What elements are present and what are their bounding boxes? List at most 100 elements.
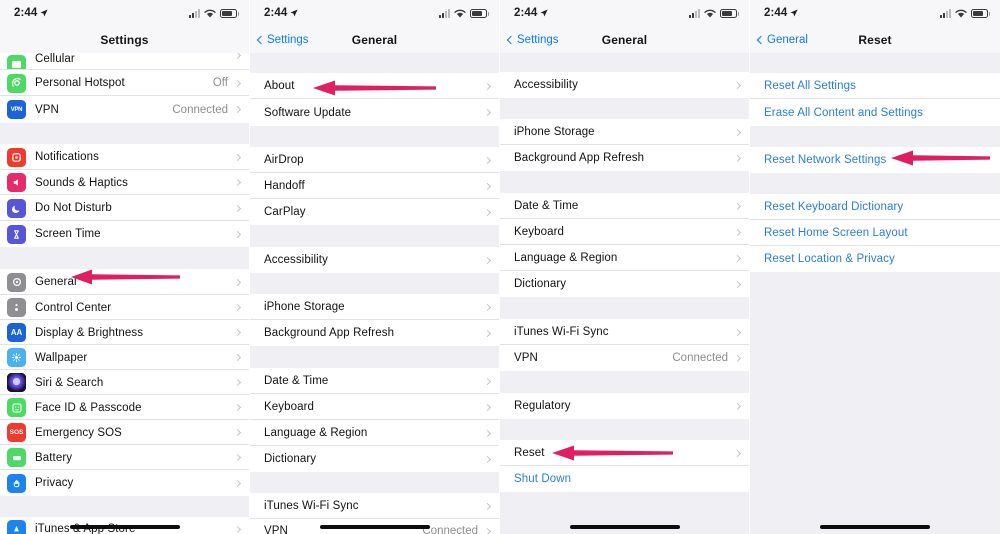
list-item-software-update[interactable]: Software Update: [250, 99, 499, 126]
page-title: Settings: [100, 32, 149, 47]
group-separator: [500, 419, 749, 440]
list-item-vpn[interactable]: VPN Connected: [500, 345, 749, 371]
list-item-shut-down[interactable]: Shut Down: [500, 466, 749, 492]
nav-bar-settings: Settings: [0, 26, 249, 53]
chevron-right-icon: [233, 230, 242, 238]
list-item-keyboard[interactable]: Keyboard: [500, 219, 749, 245]
list-item-label: Handoff: [264, 180, 305, 192]
list-item-date-time[interactable]: Date & Time: [250, 368, 499, 394]
chevron-right-icon: [233, 53, 242, 60]
list-item-general[interactable]: General: [0, 269, 249, 295]
list-item-screen-time[interactable]: Screen Time: [0, 221, 249, 247]
list-item-reset-network-settings[interactable]: Reset Network Settings: [750, 147, 1000, 173]
list-item-background-app-refresh[interactable]: Background App Refresh: [250, 320, 499, 346]
list-item-control-center[interactable]: Control Center: [0, 295, 249, 320]
chevron-right-icon: [233, 353, 242, 362]
list-item-value: Connected: [672, 352, 728, 364]
list-item-label: Date & Time: [514, 200, 579, 212]
list-item-reset-home-screen-layout[interactable]: Reset Home Screen Layout: [750, 220, 1000, 246]
list-item-personal-hotspot[interactable]: Personal Hotspot Off: [0, 70, 249, 96]
group-separator: [750, 126, 1000, 147]
list-item-reset[interactable]: Reset: [500, 440, 749, 466]
list-item-dictionary[interactable]: Dictionary: [500, 271, 749, 297]
list-item-label: AirDrop: [264, 154, 304, 166]
list-item-siri-search[interactable]: Siri & Search: [0, 370, 249, 395]
list-item-display-brightness[interactable]: AA Display & Brightness: [0, 320, 249, 345]
do-not-disturb-icon: [7, 198, 26, 218]
chevron-right-icon: [233, 378, 242, 387]
list-item-reset-location-privacy[interactable]: Reset Location & Privacy: [750, 246, 1000, 272]
list-item-keyboard[interactable]: Keyboard: [250, 394, 499, 420]
list-item-background-app-refresh[interactable]: Background App Refresh: [500, 145, 749, 171]
display-brightness-icon: AA: [7, 323, 26, 342]
list-item-carplay[interactable]: CarPlay: [250, 199, 499, 225]
group-separator: [750, 53, 1000, 73]
list-item-value: Connected: [172, 103, 228, 116]
back-button-settings[interactable]: Settings: [506, 34, 559, 46]
list-item-label: Cellular: [35, 53, 75, 65]
control-center-icon: [7, 298, 26, 317]
list-item-iphone-storage[interactable]: iPhone Storage: [500, 119, 749, 145]
list-item-airdrop[interactable]: AirDrop: [250, 147, 499, 173]
list-item-emergency-sos[interactable]: SOS Emergency SOS: [0, 420, 249, 445]
chevron-right-icon: [733, 154, 742, 162]
chevron-right-icon: [233, 278, 242, 286]
chevron-left-icon: [756, 35, 766, 44]
chevron-right-icon: [483, 182, 492, 190]
list-item-notifications[interactable]: Notifications: [0, 144, 249, 170]
list-item-about[interactable]: About: [250, 73, 499, 99]
general-list[interactable]: About Software Update AirDrop Handoff Ca…: [250, 53, 499, 534]
list-item-language-region[interactable]: Language & Region: [500, 245, 749, 271]
list-item-label: Reset Network Settings: [764, 154, 887, 166]
group-separator: [250, 53, 499, 73]
back-button-settings[interactable]: Settings: [256, 34, 309, 46]
group-separator: [0, 496, 249, 517]
chevron-right-icon: [233, 204, 242, 212]
list-item-handoff[interactable]: Handoff: [250, 173, 499, 199]
list-item-face-id-passcode[interactable]: Face ID & Passcode: [0, 395, 249, 420]
reset-list[interactable]: Reset All Settings Erase All Content and…: [750, 53, 1000, 272]
cellular-bars-icon: [189, 8, 200, 18]
list-item-language-region[interactable]: Language & Region: [250, 420, 499, 446]
list-item-wallpaper[interactable]: Wallpaper: [0, 345, 249, 370]
list-item-label: Battery: [35, 451, 73, 464]
list-item-privacy[interactable]: Privacy: [0, 470, 249, 496]
list-item-label: Shut Down: [514, 473, 572, 485]
list-item-date-time[interactable]: Date & Time: [500, 193, 749, 219]
list-item-iphone-storage[interactable]: iPhone Storage: [250, 294, 499, 320]
list-item-label: VPN: [35, 103, 59, 116]
privacy-icon: [7, 473, 26, 493]
list-item-accessibility[interactable]: Accessibility: [500, 72, 749, 98]
list-item-label: About: [264, 80, 295, 92]
chevron-right-icon: [483, 329, 492, 337]
list-item-vpn[interactable]: VPN VPN Connected: [0, 96, 249, 123]
list-item-regulatory[interactable]: Regulatory: [500, 393, 749, 419]
back-button-general[interactable]: General: [756, 34, 808, 46]
list-item-dictionary[interactable]: Dictionary: [250, 446, 499, 472]
settings-list[interactable]: Cellular Personal Hotspot Off VPN VPN Co…: [0, 53, 249, 534]
general-list[interactable]: Accessibility iPhone Storage Background …: [500, 53, 749, 492]
list-item-do-not-disturb[interactable]: Do Not Disturb: [0, 195, 249, 221]
chevron-right-icon: [233, 105, 242, 114]
chevron-right-icon: [483, 429, 492, 437]
list-item-label: Screen Time: [35, 228, 101, 240]
chevron-right-icon: [483, 403, 492, 411]
list-item-reset-all-settings[interactable]: Reset All Settings: [750, 73, 1000, 99]
status-bar-right: [189, 8, 239, 18]
list-item-itunes-wifi-sync[interactable]: iTunes Wi-Fi Sync: [500, 319, 749, 345]
chevron-right-icon: [483, 455, 492, 463]
list-item-battery[interactable]: Battery: [0, 445, 249, 470]
list-item-erase-all-content-and-settings[interactable]: Erase All Content and Settings: [750, 99, 1000, 126]
list-item-value: Connected: [422, 525, 478, 534]
list-item-label: Wallpaper: [35, 351, 88, 364]
battery-icon: [971, 8, 990, 18]
panel-general-bottom: 2:44 Settings General Accessibility iPho…: [500, 0, 750, 534]
list-item-accessibility[interactable]: Accessibility: [250, 247, 499, 273]
list-item-itunes-wifi-sync[interactable]: iTunes Wi-Fi Sync: [250, 493, 499, 519]
list-item-sounds-haptics[interactable]: Sounds & Haptics: [0, 170, 249, 195]
list-item-cellular[interactable]: Cellular: [0, 53, 249, 70]
chevron-right-icon: [733, 328, 742, 336]
home-indicator: [820, 525, 930, 529]
list-item-label: Sounds & Haptics: [35, 176, 129, 189]
list-item-reset-keyboard-dictionary[interactable]: Reset Keyboard Dictionary: [750, 194, 1000, 220]
